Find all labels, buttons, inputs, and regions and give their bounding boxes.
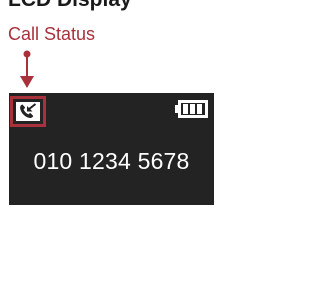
battery-full-icon xyxy=(175,100,208,118)
phone-number-display: 010 1234 5678 xyxy=(33,148,190,174)
phone-call-arrow-icon xyxy=(20,103,37,118)
pointer-arrowhead xyxy=(20,76,34,88)
call-status-icon-background xyxy=(16,102,40,121)
call-status-indicator xyxy=(10,96,46,127)
lcd-display-figure: LCD Display Call Status 010 1234 5678 xyxy=(0,0,307,302)
